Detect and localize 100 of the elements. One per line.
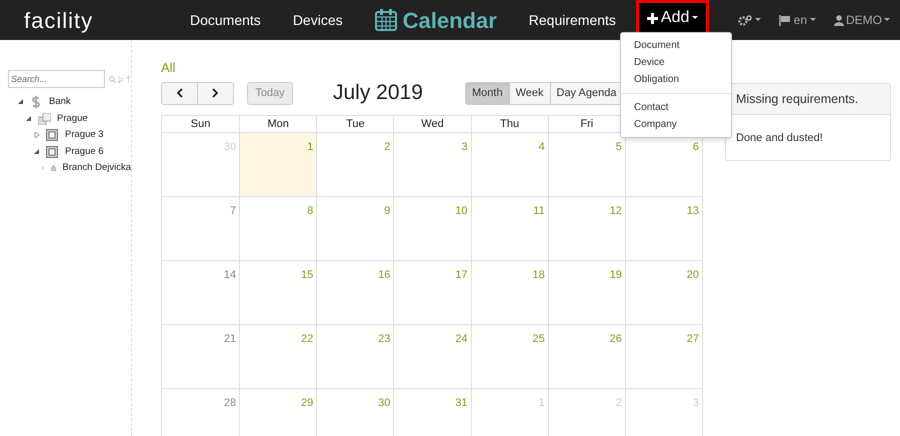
day-number: 7 (230, 205, 236, 217)
nav-link[interactable]: Requirements (528, 10, 616, 30)
caret-icon (754, 18, 761, 22)
day-cell[interactable]: 16 (316, 261, 394, 324)
day-number: 25 (532, 333, 545, 345)
weekday-header: Wed (393, 116, 471, 132)
caret-icon (692, 16, 698, 20)
day-cell[interactable]: 25 (470, 325, 548, 388)
day-cell[interactable]: 24 (393, 325, 471, 388)
day-cell[interactable]: 11 (470, 197, 548, 260)
logo[interactable]: facility (24, 4, 144, 36)
collapse-toggle-icon[interactable] (34, 148, 40, 155)
user-menu[interactable]: DEMO (834, 11, 890, 29)
day-number: 17 (455, 269, 468, 281)
previous-button[interactable] (161, 82, 198, 104)
day-number: 3 (461, 141, 468, 153)
calendar-icon (374, 9, 397, 31)
stacked-squares-icon (38, 112, 51, 125)
day-cell[interactable]: 13 (624, 197, 702, 260)
view-tab[interactable]: Week (510, 82, 550, 104)
day-cell[interactable]: 19 (548, 261, 625, 324)
tree-item[interactable]: Prague 3 (65, 128, 104, 142)
day-number: 29 (301, 397, 314, 409)
day-cell[interactable]: 4 (470, 133, 548, 196)
day-number: 1 (307, 141, 314, 153)
day-number: 19 (610, 269, 622, 281)
day-cell[interactable]: 23 (316, 325, 394, 388)
tree-item[interactable]: Branch Dejvicka (62, 161, 131, 176)
day-number: 23 (378, 333, 390, 345)
expand-toggle-icon[interactable] (42, 165, 45, 172)
day-number: 21 (224, 333, 236, 345)
day-number: 24 (455, 333, 468, 345)
day-number: 30 (378, 397, 390, 409)
nav-link[interactable]: Calendar (374, 4, 497, 36)
day-cell[interactable]: 27 (624, 325, 702, 388)
nav-link[interactable]: Documents (190, 10, 261, 30)
expand-toggle-icon[interactable] (34, 132, 40, 138)
next-button[interactable] (198, 82, 234, 104)
panel-message: Done and dusted! (736, 132, 823, 144)
day-number: 26 (610, 333, 622, 345)
day-cell[interactable]: 8 (239, 197, 316, 260)
chevron-left-icon (176, 88, 183, 98)
collapse-toggle-icon[interactable] (18, 99, 24, 106)
nav-link[interactable]: Devices (292, 10, 343, 30)
day-cell[interactable]: 28 (162, 389, 240, 436)
day-cell[interactable]: 20 (624, 261, 702, 324)
weekday-header: Thu (470, 116, 548, 132)
day-number: 18 (532, 269, 545, 281)
day-number: 20 (686, 269, 699, 281)
settings-menu[interactable] (738, 14, 761, 26)
day-number: 27 (686, 333, 699, 345)
calendar-title: July 2019 (333, 80, 424, 106)
day-cell[interactable]: 21 (162, 325, 240, 388)
weekday-header: Sun (190, 117, 212, 132)
day-number: 6 (692, 141, 699, 153)
day-cell[interactable]: 30 (316, 389, 394, 436)
menu-item[interactable]: Document (621, 37, 731, 54)
day-cell[interactable]: 9 (316, 197, 394, 260)
language-menu[interactable]: en (778, 11, 816, 29)
day-cell[interactable]: 29 (239, 389, 316, 436)
day-cell[interactable]: 18 (470, 261, 548, 324)
day-number: 10 (455, 205, 468, 217)
day-cell[interactable]: 10 (393, 197, 471, 260)
day-number: 8 (307, 205, 314, 217)
search-field[interactable]: Search... (8, 70, 105, 88)
day-number: 15 (301, 269, 314, 281)
tree-item[interactable]: Bank (49, 95, 71, 110)
day-number: 14 (224, 269, 236, 281)
day-cell[interactable]: 15 (239, 261, 316, 324)
caret-icon (810, 18, 816, 22)
square-icon (46, 129, 59, 142)
day-cell[interactable]: 26 (548, 325, 625, 388)
menu-item[interactable]: Contact (621, 99, 731, 116)
tree-item[interactable]: Prague (57, 112, 88, 126)
day-number: 2 (384, 141, 390, 153)
view-tab[interactable]: Month (465, 82, 510, 104)
dollar-icon (30, 96, 43, 108)
day-cell[interactable]: 1 (239, 133, 316, 196)
menu-item[interactable]: Obligation (621, 71, 731, 88)
day-number: 5 (616, 141, 622, 153)
day-number: 11 (533, 205, 545, 217)
day-number: 31 (455, 397, 468, 409)
gears-icon (738, 14, 752, 26)
menu-item[interactable]: Device (621, 54, 731, 71)
caret-icon (884, 18, 890, 22)
weekday-header: Tue (316, 116, 394, 132)
day-cell[interactable]: 14 (162, 261, 240, 324)
day-cell[interactable]: 3 (393, 133, 471, 196)
collapse-toggle-icon[interactable] (26, 116, 32, 122)
day-number: 9 (384, 205, 390, 217)
day-cell[interactable]: 7 (162, 197, 240, 260)
day-cell[interactable]: 12 (548, 197, 625, 260)
day-cell[interactable]: 17 (393, 261, 471, 324)
day-cell[interactable]: 31 (393, 389, 471, 436)
day-cell[interactable]: 2 (316, 133, 394, 196)
tree-item[interactable]: Prague 6 (65, 144, 104, 159)
weekday-header: Mon (239, 116, 316, 132)
chevron-right-icon (212, 88, 219, 98)
day-cell[interactable]: 22 (239, 325, 316, 388)
search-icon (109, 74, 116, 84)
